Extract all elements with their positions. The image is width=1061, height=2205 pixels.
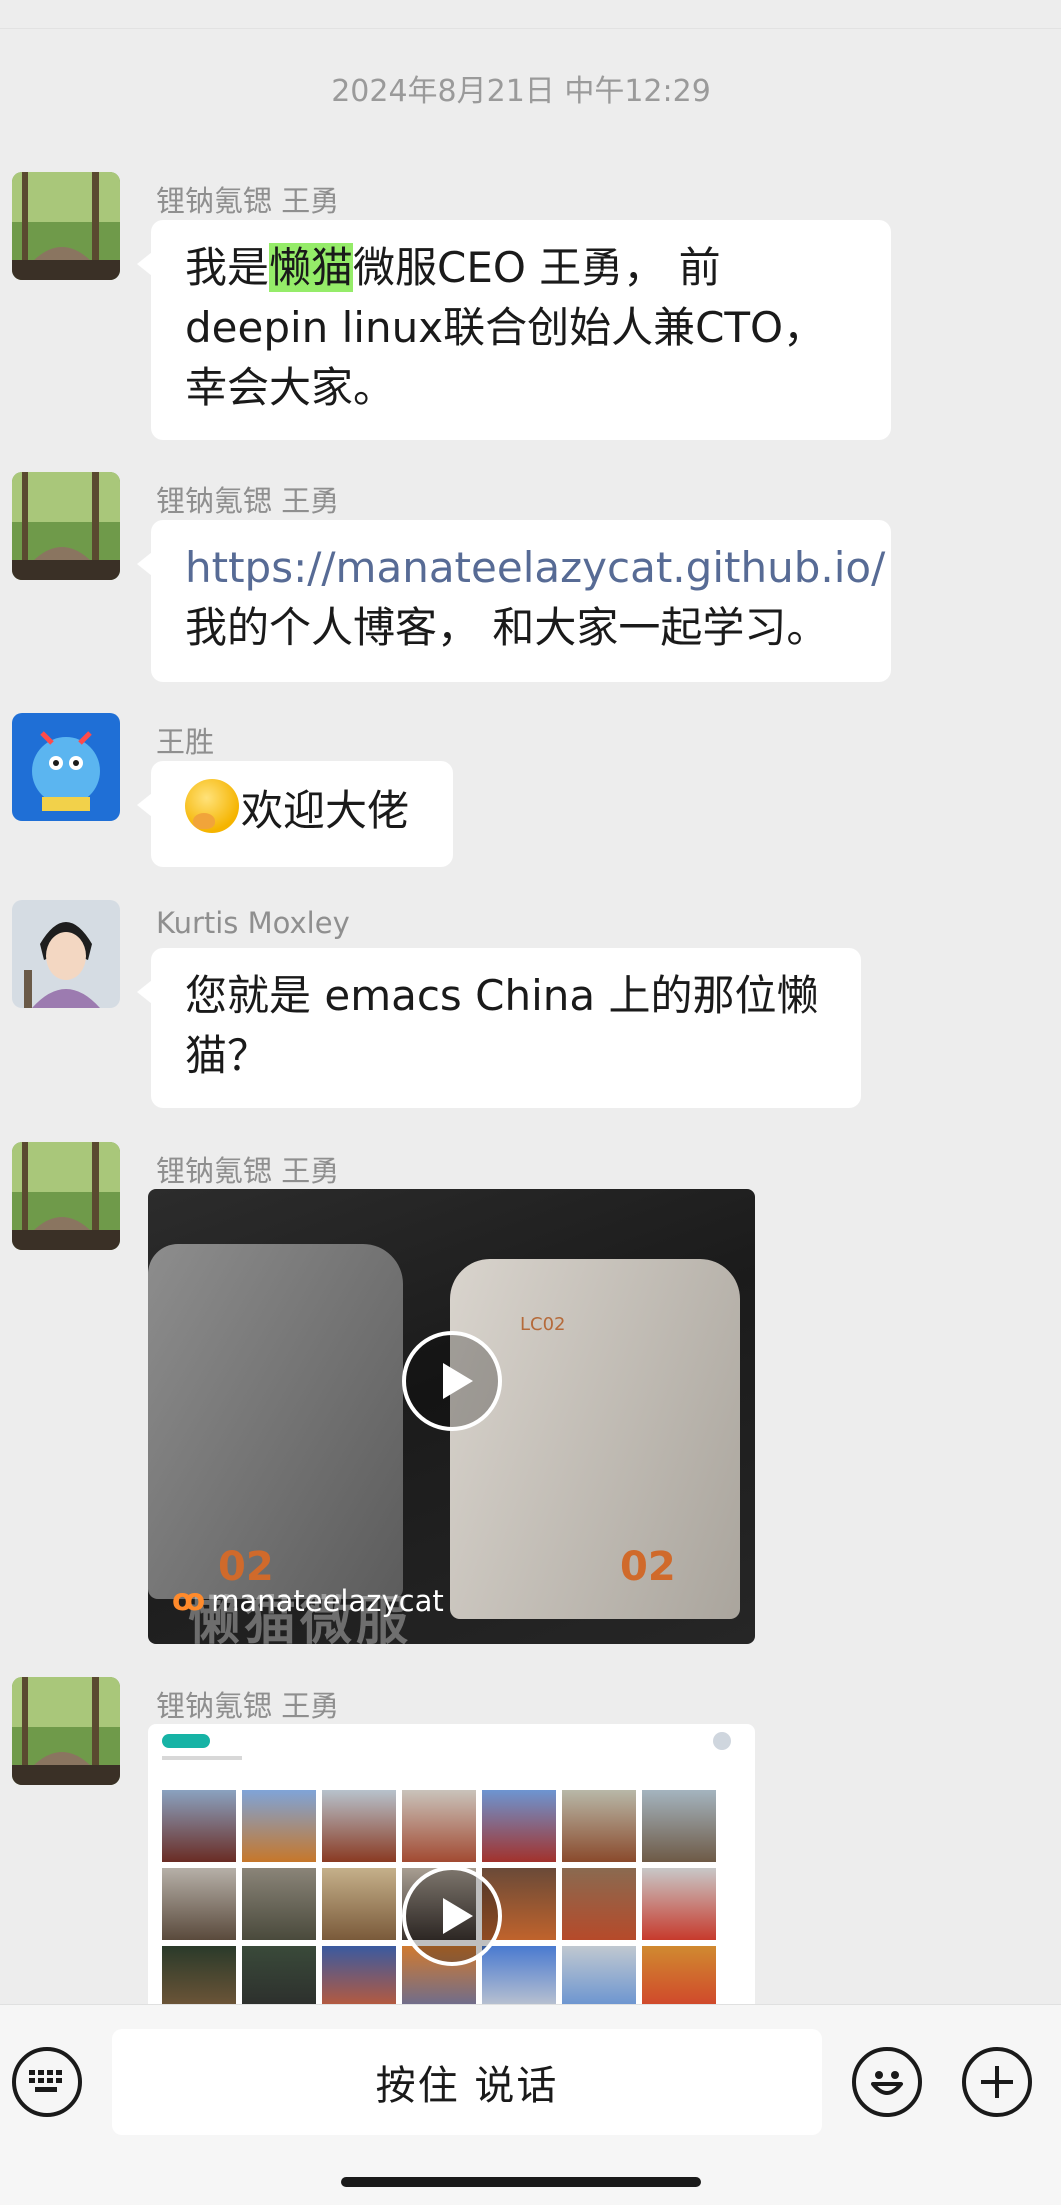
message-text: 我是 (185, 243, 270, 292)
play-icon[interactable] (402, 1331, 502, 1431)
top-divider (0, 0, 1061, 29)
shushing-face-emoji (185, 779, 239, 833)
watermark-logo-icon: ꝏ (172, 1583, 206, 1618)
message-bubble[interactable]: 您就是 emacs China 上的那位懒猫？ (137, 948, 861, 1108)
sender-name: 锂钠氪锶 王勇 (156, 184, 340, 218)
avatar[interactable] (12, 713, 120, 821)
message-text: 您就是 emacs China 上的那位懒猫？ (185, 971, 819, 1080)
emoji-icon[interactable] (852, 2047, 922, 2117)
plus-icon[interactable] (962, 2047, 1032, 2117)
play-icon[interactable] (402, 1866, 502, 1966)
home-indicator[interactable] (341, 2177, 701, 2187)
message-bubble[interactable]: 我是懒猫微服CEO 王勇， 前 deepin linux联合创始人兼CTO， 幸… (137, 220, 891, 440)
highlighted-text: 懒猫 (269, 243, 354, 292)
blog-link[interactable]: https://manateelazycat.github.io/ (185, 538, 885, 598)
avatar[interactable] (12, 1142, 120, 1250)
hold-to-talk-button[interactable]: 按住 说话 (112, 2029, 822, 2135)
chat-timestamp: 2024年8月21日 中午12:29 (331, 74, 711, 109)
device-image-left: 02 (148, 1244, 403, 1599)
input-bar: 按住 说话 (0, 2004, 1061, 2205)
app-avatar-graphic (713, 1732, 731, 1750)
sender-name: 锂钠氪锶 王勇 (156, 1154, 340, 1188)
message-bubble[interactable]: 欢迎大佬 (137, 761, 453, 867)
sender-name: 锂钠氪锶 王勇 (156, 484, 340, 518)
sender-name: 锂钠氪锶 王勇 (156, 1689, 340, 1723)
device-image-right: LC02 02 (450, 1259, 740, 1619)
avatar[interactable] (12, 1677, 120, 1785)
app-tabs-graphic (162, 1756, 242, 1760)
product-label: 02 (620, 1544, 676, 1590)
video-message[interactable]: 02 LC02 02 懒猫微服 ꝏ manateelazycat (148, 1189, 755, 1644)
device-label: LC02 (520, 1314, 566, 1335)
message-bubble[interactable]: https://manateelazycat.github.io/ 我的个人博客… (137, 520, 891, 682)
watermark-text: manateelazycat (211, 1583, 444, 1618)
app-button-graphic (162, 1734, 210, 1748)
keyboard-icon[interactable] (12, 2047, 82, 2117)
sender-name: 王胜 (156, 725, 215, 759)
avatar[interactable] (12, 900, 120, 1008)
avatar[interactable] (12, 472, 120, 580)
avatar[interactable] (12, 172, 120, 280)
sender-name: Kurtis Moxley (156, 906, 350, 940)
video-message[interactable] (148, 1724, 755, 2004)
video-watermark: ꝏ manateelazycat (172, 1583, 444, 1618)
message-text: 我的个人博客， 和大家一起学习。 (185, 603, 829, 652)
message-text: 欢迎大佬 (241, 786, 410, 835)
